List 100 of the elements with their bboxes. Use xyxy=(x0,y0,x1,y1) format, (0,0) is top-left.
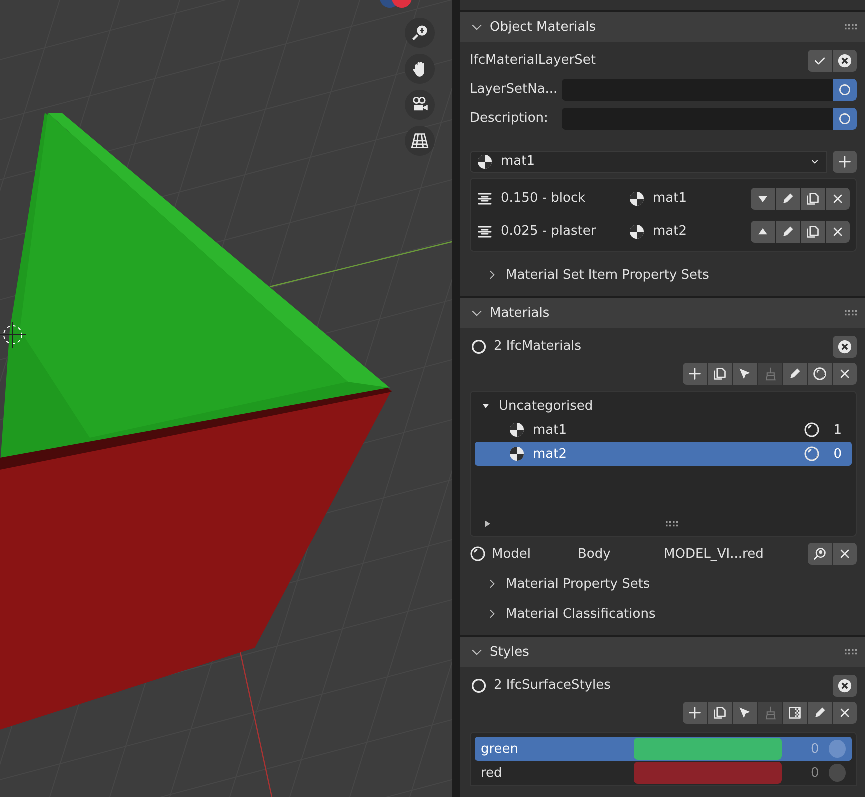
zoom-button[interactable] xyxy=(405,18,435,48)
list-item[interactable]: mat1 1 xyxy=(475,418,852,442)
close-icon xyxy=(838,367,852,381)
add-button[interactable] xyxy=(683,702,707,724)
select-button[interactable] xyxy=(733,702,757,724)
subpanel-header[interactable]: Material Classifications xyxy=(470,599,857,629)
remove-button[interactable] xyxy=(833,363,857,385)
clear-button[interactable] xyxy=(833,336,857,358)
duplicate-button[interactable] xyxy=(708,363,732,385)
sphere-icon xyxy=(804,422,820,438)
color-swatch[interactable] xyxy=(634,762,782,784)
count-label: 2 IfcMaterials xyxy=(494,339,583,354)
remove-button[interactable] xyxy=(826,220,850,242)
subpanel-header[interactable]: Material Set Item Property Sets xyxy=(470,260,857,290)
layer-material: mat2 xyxy=(653,224,688,239)
style-button[interactable] xyxy=(808,363,832,385)
cursor-arrow-icon xyxy=(738,367,752,381)
usage-count: 0 xyxy=(832,446,842,462)
set-type-label: IfcMaterialLayerSet xyxy=(470,53,597,68)
text-field[interactable] xyxy=(562,108,857,130)
material-icon xyxy=(629,224,645,240)
list-item[interactable]: red 0 xyxy=(475,761,852,785)
duplicate-button[interactable] xyxy=(801,220,825,242)
plus-icon xyxy=(838,154,852,168)
list-item[interactable]: green 0 xyxy=(475,737,852,761)
axis-gizmo-drawing xyxy=(380,0,412,8)
layer-label: 0.025 - plaster xyxy=(501,224,598,239)
edit-button[interactable] xyxy=(808,702,832,724)
toggle-button[interactable] xyxy=(833,108,857,130)
count-label: 2 IfcSurfaceStyles xyxy=(494,678,612,693)
remove-button[interactable] xyxy=(833,702,857,724)
duplicate-icon xyxy=(806,224,820,238)
text-field[interactable] xyxy=(562,78,857,100)
representation-label: MODEL_VI...red xyxy=(664,546,765,562)
confirm-button[interactable] xyxy=(808,50,832,72)
move-up-button[interactable] xyxy=(751,220,775,242)
clear-button[interactable] xyxy=(833,674,857,696)
material-dropdown[interactable]: mat1 xyxy=(470,150,827,172)
remove-button[interactable] xyxy=(826,188,850,210)
field-label: Description: xyxy=(470,111,550,126)
disclosure-triangle-icon xyxy=(481,401,491,411)
add-layer-button[interactable] xyxy=(833,150,857,172)
sphere-icon xyxy=(470,546,486,562)
tree-item[interactable]: Uncategorised xyxy=(475,394,852,418)
brush-icon xyxy=(763,367,777,381)
pan-button[interactable] xyxy=(405,54,435,84)
panel-header[interactable]: Materials xyxy=(460,298,865,328)
cancel-button[interactable] xyxy=(833,50,857,72)
list-item[interactable]: mat2 0 xyxy=(475,442,852,466)
cursor-arrow-icon xyxy=(738,706,752,720)
close-icon xyxy=(838,547,852,561)
plus-icon xyxy=(688,706,702,720)
panel-header[interactable]: Styles xyxy=(460,637,865,667)
status-dot xyxy=(829,740,846,758)
select-button[interactable] xyxy=(733,363,757,385)
color-swatch[interactable] xyxy=(634,738,782,760)
duplicate-icon xyxy=(806,192,820,206)
material-icon xyxy=(629,190,645,206)
sphere-icon xyxy=(813,367,827,381)
layer-material: mat1 xyxy=(653,191,688,206)
move-down-button[interactable] xyxy=(751,188,775,210)
field-label: LayerSetNa... xyxy=(470,82,556,97)
edit-button[interactable] xyxy=(776,220,800,242)
clear-icon xyxy=(838,340,852,354)
expand-triangle-icon xyxy=(483,519,493,529)
inspect-button[interactable] xyxy=(808,543,832,565)
layer-icon xyxy=(477,190,493,206)
camera-view-button[interactable] xyxy=(405,90,435,120)
edit-button[interactable] xyxy=(783,363,807,385)
circle-icon xyxy=(838,112,852,126)
sphere-icon xyxy=(804,446,820,462)
duplicate-icon xyxy=(713,367,727,381)
inspect-icon xyxy=(813,547,827,561)
remove-button[interactable] xyxy=(833,543,857,565)
material-icon xyxy=(477,154,493,170)
plus-icon xyxy=(688,367,702,381)
edit-button[interactable] xyxy=(776,188,800,210)
representation-label: Body xyxy=(578,546,612,562)
subpanel-header[interactable]: Material Property Sets xyxy=(470,569,857,599)
add-button[interactable] xyxy=(683,363,707,385)
grid-icon xyxy=(411,132,429,150)
layer-label: 0.150 - block xyxy=(501,191,587,206)
projection-button[interactable] xyxy=(405,126,435,156)
layer-icon xyxy=(477,224,493,240)
duplicate-button[interactable] xyxy=(801,188,825,210)
brush-icon xyxy=(763,706,777,720)
panel-header[interactable]: Object Materials xyxy=(460,12,865,42)
toggle-button[interactable] xyxy=(833,78,857,100)
material-icon xyxy=(509,446,525,462)
3d-cursor-icon xyxy=(0,322,26,348)
zoom-icon xyxy=(411,24,429,42)
material-icon xyxy=(509,422,525,438)
duplicate-icon xyxy=(713,706,727,720)
representation-label: Model xyxy=(492,546,532,562)
circle-icon xyxy=(838,82,852,96)
usage-count: 1 xyxy=(832,422,842,438)
pencil-icon xyxy=(781,224,795,238)
texture-button[interactable] xyxy=(783,702,807,724)
pencil-icon xyxy=(788,367,802,381)
duplicate-button[interactable] xyxy=(708,702,732,724)
